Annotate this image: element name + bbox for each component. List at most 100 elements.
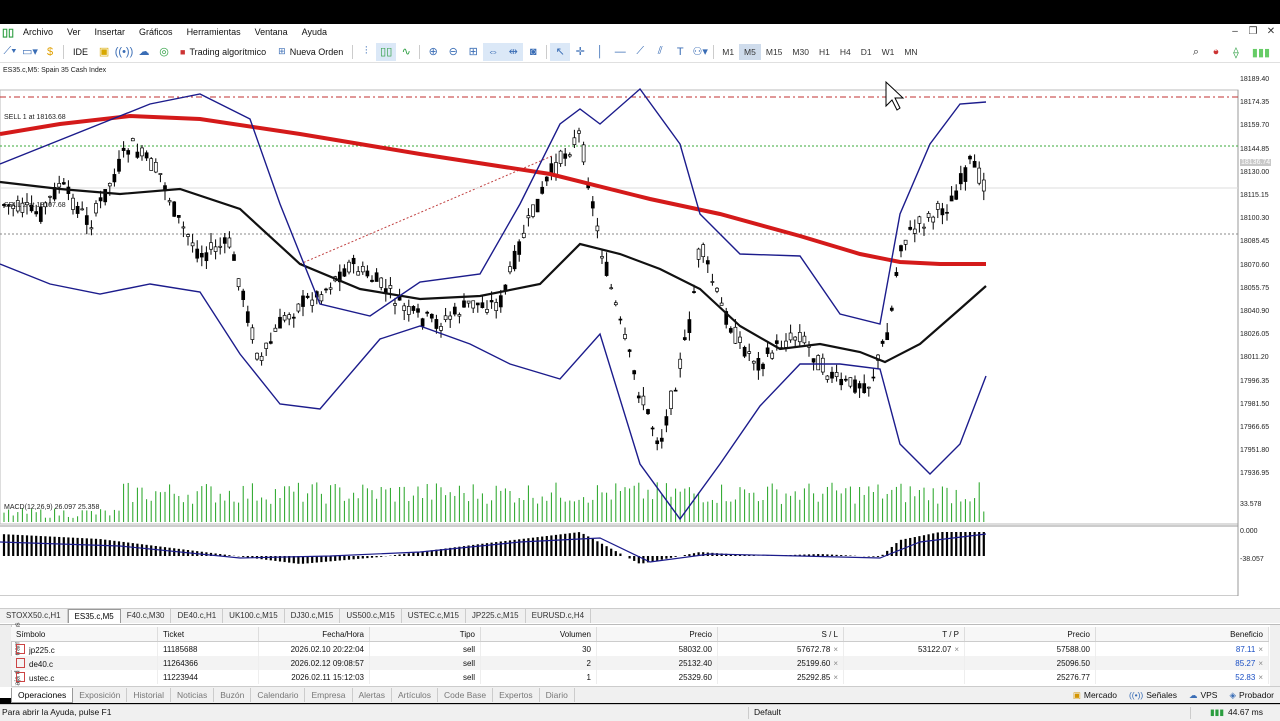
tab-expertos[interactable]: Expertos	[493, 688, 540, 702]
notifications-icon[interactable]: ● 1	[1206, 43, 1226, 61]
sell-order-2-label[interactable]: SELL 2 at 18107.68	[4, 202, 66, 209]
cell-tp[interactable]: 53122.07	[918, 645, 951, 654]
menu-ayuda[interactable]: Ayuda	[295, 24, 334, 40]
chart-shift-icon[interactable]: ⇹	[503, 42, 524, 61]
timeframe-d1[interactable]: D1	[856, 44, 877, 60]
tab-historial[interactable]: Historial	[127, 688, 172, 702]
line-chart-icon[interactable]: ∿	[396, 43, 416, 61]
chart-tab[interactable]: DJ30.c,M15	[285, 609, 341, 623]
trendline-icon[interactable]: ⟋	[630, 43, 650, 61]
chart-tab[interactable]: DE40.c,H1	[171, 609, 224, 623]
sell-order-1-label[interactable]: SELL 1 at 18163.68	[4, 114, 66, 121]
shapes-icon[interactable]: ⚇▾	[690, 43, 710, 61]
col-price[interactable]: Precio	[596, 627, 718, 642]
close-position-icon[interactable]: ×	[1258, 673, 1263, 682]
channel-icon[interactable]: ⫽	[650, 43, 670, 61]
signal-icon[interactable]: ((•))	[114, 43, 134, 61]
zoom-in-icon[interactable]: ⊕	[423, 43, 443, 61]
chart-canvas[interactable]	[0, 64, 1280, 596]
table-row[interactable]: de40.c 11264366 2026.02.12 09:08:57 sell…	[11, 656, 1269, 670]
menu-ventana[interactable]: Ventana	[248, 24, 295, 40]
remove-sl-icon[interactable]: ×	[833, 645, 838, 654]
tab-code-base[interactable]: Code Base	[438, 688, 494, 702]
col-sl[interactable]: S / L	[717, 627, 844, 642]
tab-diario[interactable]: Diario	[540, 688, 575, 702]
col-type[interactable]: Tipo	[369, 627, 481, 642]
timeframe-m30[interactable]: M30	[787, 44, 814, 60]
signals-button[interactable]: ((•)) Señales	[1129, 690, 1177, 701]
cell-sl[interactable]: 25199.60	[797, 659, 830, 668]
minimize-icon[interactable]: –	[1226, 24, 1244, 40]
close-icon[interactable]: ✕	[1262, 24, 1280, 40]
remove-sl-icon[interactable]: ×	[833, 659, 838, 668]
grid-icon[interactable]: ⊞	[463, 43, 483, 61]
lock-icon[interactable]: ▣	[94, 43, 114, 61]
market-icon[interactable]: $	[40, 43, 60, 61]
cell-sl[interactable]: 25292.85	[797, 673, 830, 682]
timeframe-w1[interactable]: W1	[877, 44, 900, 60]
cell-sl[interactable]: 57672.78	[797, 645, 830, 654]
chart-tab[interactable]: JP225.c,M15	[466, 609, 526, 623]
wallet-icon[interactable]: ⟠	[1226, 43, 1246, 61]
timeframe-m1[interactable]: M1	[717, 44, 739, 60]
close-position-icon[interactable]: ×	[1258, 645, 1263, 654]
search-icon[interactable]: ⌕	[1186, 43, 1206, 61]
tab-noticias[interactable]: Noticias	[171, 688, 215, 702]
chart-tab[interactable]: EURUSD.c,H4	[526, 609, 592, 623]
globe-icon[interactable]: ◎	[154, 43, 174, 61]
menu-archivo[interactable]: Archivo	[16, 24, 60, 40]
cursor-icon[interactable]: ↖	[550, 42, 571, 61]
candles-chart-icon[interactable]: ▯▯	[376, 42, 397, 61]
table-scrollbar[interactable]	[1270, 625, 1280, 687]
col-tp[interactable]: T / P	[843, 627, 965, 642]
vps-button[interactable]: ☁ VPS	[1189, 690, 1218, 701]
timeframe-h1[interactable]: H1	[814, 44, 835, 60]
screenshot-icon[interactable]: ◙	[523, 43, 543, 61]
timeframe-mn[interactable]: MN	[899, 44, 922, 60]
col-time[interactable]: Fecha/Hora	[258, 627, 370, 642]
menu-graficos[interactable]: Gráficos	[132, 24, 180, 40]
tab-articulos[interactable]: Artículos	[392, 688, 439, 702]
col-profit[interactable]: Beneficio	[1095, 627, 1269, 642]
close-position-icon[interactable]: ×	[1258, 659, 1263, 668]
tester-button[interactable]: ◈ Probador	[1229, 690, 1274, 701]
chart-tab[interactable]: F40.c,M30	[121, 609, 172, 623]
chart-tab[interactable]: UK100.c,M15	[223, 609, 285, 623]
horizontal-line-icon[interactable]: —	[610, 43, 630, 61]
algo-trading-button[interactable]: ■ Trading algorítmico	[174, 43, 272, 61]
cloud-icon[interactable]: ☁	[134, 43, 154, 61]
vertical-line-icon[interactable]: │	[590, 43, 610, 61]
timeframe-m15[interactable]: M15	[761, 44, 788, 60]
restore-icon[interactable]: ❐	[1244, 24, 1262, 40]
chart-tab[interactable]: USTEC.c,M15	[402, 609, 466, 623]
menu-insertar[interactable]: Insertar	[88, 24, 133, 40]
menu-herramientas[interactable]: Herramientas	[180, 24, 248, 40]
tab-operaciones[interactable]: Operaciones	[11, 687, 74, 703]
text-tool-icon[interactable]: T	[670, 43, 690, 61]
col-ticket[interactable]: Ticket	[157, 627, 259, 642]
chart-template-icon[interactable]: ▭▾	[20, 43, 40, 61]
tab-exposicion[interactable]: Exposición	[73, 688, 128, 702]
chart-tab-active[interactable]: ES35.c,M5	[67, 609, 121, 623]
col-symbol[interactable]: Símbolo	[11, 627, 158, 642]
chart-tab[interactable]: STOXX50.c,H1	[0, 609, 68, 623]
col-current-price[interactable]: Precio	[964, 627, 1096, 642]
remove-sl-icon[interactable]: ×	[833, 673, 838, 682]
price-chart[interactable]: ES35.c,M5: Spain 35 Cash Index SELL 1 at…	[0, 64, 1280, 618]
bars-chart-icon[interactable]: ⫶	[356, 43, 376, 61]
zoom-out-icon[interactable]: ⊖	[443, 43, 463, 61]
col-volume[interactable]: Volumen	[480, 627, 597, 642]
timeframe-m5[interactable]: M5	[739, 43, 761, 60]
autoscroll-icon[interactable]: ⇔	[483, 42, 504, 61]
tab-empresa[interactable]: Empresa	[305, 688, 353, 702]
remove-tp-icon[interactable]: ×	[954, 645, 959, 654]
tab-alertas[interactable]: Alertas	[353, 688, 392, 702]
new-order-button[interactable]: ⊞ Nueva Orden	[272, 43, 349, 61]
table-row[interactable]: ustec.c 11223944 2026.02.11 15:12:03 sel…	[11, 670, 1269, 684]
menu-ver[interactable]: Ver	[60, 24, 88, 40]
crosshair-icon[interactable]: ✛	[570, 43, 590, 61]
ide-button[interactable]: IDE	[67, 43, 94, 61]
line-chart-menu-icon[interactable]: ⟋▾	[0, 43, 20, 61]
tab-calendario[interactable]: Calendario	[251, 688, 306, 702]
chart-tab[interactable]: US500.c,M15	[340, 609, 402, 623]
